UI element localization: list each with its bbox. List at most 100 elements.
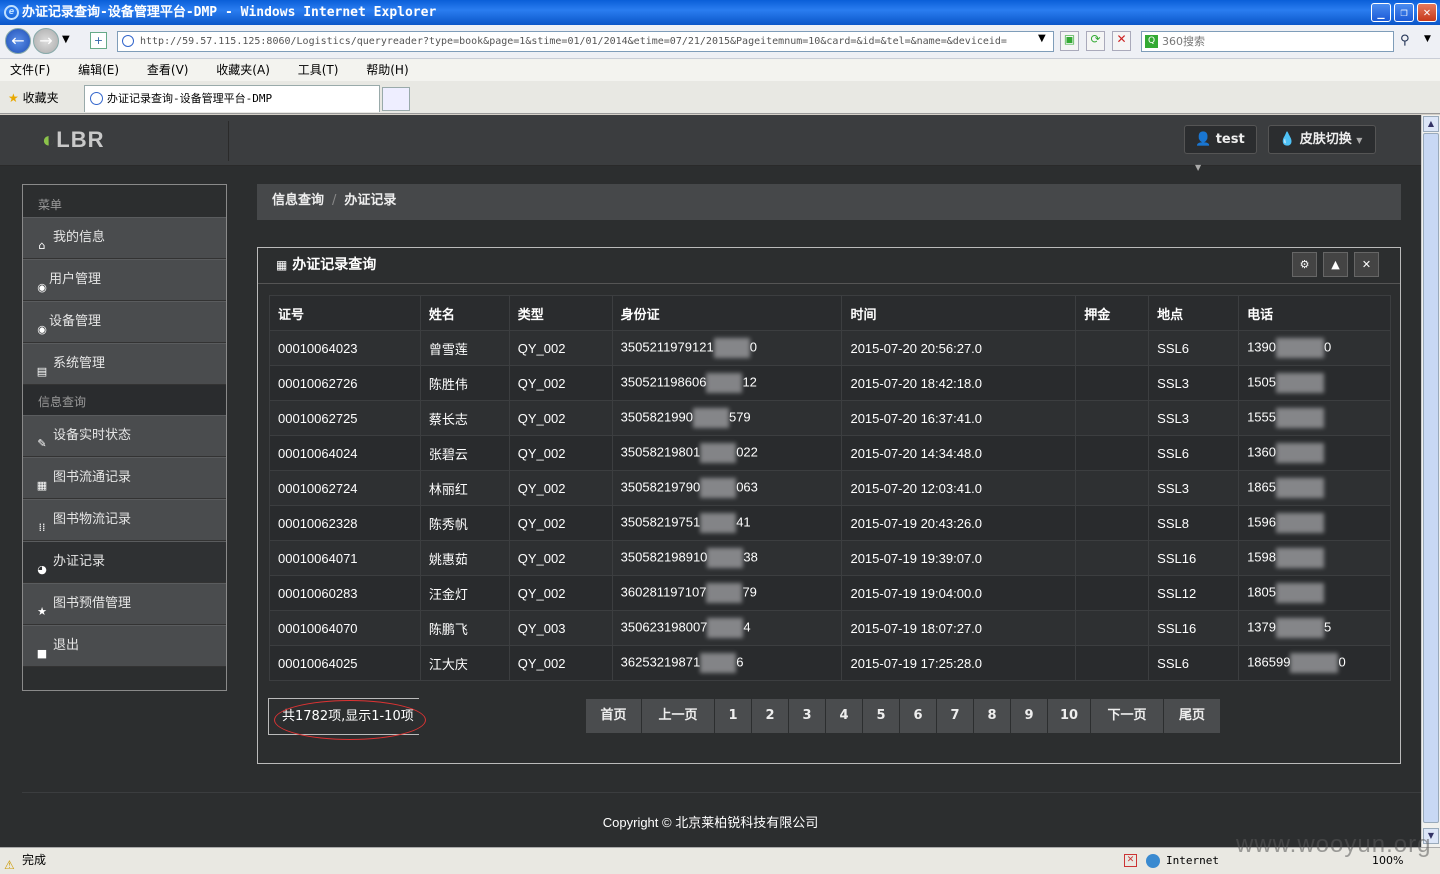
stop-icon[interactable]: ✕	[1112, 31, 1131, 51]
menu-help[interactable]: 帮助(H)	[366, 63, 408, 77]
url-dropdown-icon[interactable]: ▼	[1038, 33, 1046, 44]
breadcrumb-parent[interactable]: 信息查询	[272, 193, 324, 208]
location-cell: SSL6	[1148, 645, 1240, 681]
page-number-button[interactable]: 3	[789, 699, 826, 733]
close-window-button[interactable]: ✕	[1417, 3, 1437, 22]
page-number-button[interactable]: 2	[752, 699, 789, 733]
sidebar-item-circulation[interactable]: ▦ 图书流通记录	[23, 457, 226, 499]
back-button[interactable]: ←	[5, 28, 31, 54]
visible-suffix: 4	[743, 619, 751, 635]
name-cell: 林丽红	[419, 470, 510, 506]
browser-tab-active[interactable]: 办证记录查询-设备管理平台-DMP	[84, 85, 380, 112]
page-number-button[interactable]: 5	[863, 699, 900, 733]
card-no-cell: 00010064071	[269, 540, 421, 576]
table-row[interactable]: 00010060283 汪金灯 QY_002 360281197107 79 2015-0…	[269, 575, 1391, 611]
new-tab-button[interactable]	[382, 87, 410, 111]
sidebar-item-my-info[interactable]: ⌂ 我的信息	[23, 217, 226, 259]
menu-view[interactable]: 查看(V)	[147, 63, 189, 77]
table-row[interactable]: 00010064023 曾雪莲 QY_002 3505211979121 0 2015-0…	[269, 330, 1391, 366]
search-icon[interactable]: ⚲	[1400, 33, 1410, 48]
type-cell: QY_002	[508, 505, 613, 541]
sidebar-item-card-records[interactable]: ◕ 办证记录	[23, 541, 226, 583]
page-next-button[interactable]: 下一页	[1091, 699, 1164, 733]
page-number-button[interactable]: 1	[715, 699, 752, 733]
table-row[interactable]: 00010062724 林丽红 QY_002 35058219790 063 2015-0…	[269, 470, 1391, 506]
col-header-deposit[interactable]: 押金	[1075, 295, 1150, 331]
visible-suffix: 38	[743, 549, 758, 565]
page-prev-button[interactable]: 上一页	[642, 699, 715, 733]
menu-edit[interactable]: 编辑(E)	[78, 63, 119, 77]
col-header-location[interactable]: 地点	[1148, 295, 1240, 331]
col-header-id-card[interactable]: 身份证	[611, 295, 843, 331]
page-last-button[interactable]: 尾页	[1164, 699, 1221, 733]
refresh-icon[interactable]: ⟳	[1086, 31, 1105, 51]
sidebar-item-device-status[interactable]: ✎ 设备实时状态	[23, 415, 226, 457]
search-dropdown-icon[interactable]: ▼	[1424, 34, 1431, 44]
page-number-button[interactable]: 6	[900, 699, 937, 733]
page-number-button[interactable]: 10	[1048, 699, 1091, 733]
sidebar: 菜单 ⌂ 我的信息 ◉ 用户管理 ◉ 设备管理 ▤ 系统管理 信息查询 ✎ 设备实时状态 …	[22, 184, 227, 691]
table-row[interactable]: 00010064024 张碧云 QY_002 35058219801 022 2015-0…	[269, 435, 1391, 471]
maximize-button[interactable]: ❐	[1394, 3, 1414, 22]
name-cell: 陈胜伟	[419, 365, 510, 401]
sidebar-item-system-mgmt[interactable]: ▤ 系统管理	[23, 343, 226, 385]
col-header-time[interactable]: 时间	[841, 295, 1077, 331]
sidebar-item-logout[interactable]: ■ 退出	[23, 625, 226, 667]
name-cell: 曾雪莲	[419, 330, 510, 366]
menu-file[interactable]: 文件(F)	[10, 63, 50, 77]
ie-tab-icon	[90, 92, 103, 105]
search-input[interactable]: Q 360搜索	[1141, 31, 1394, 52]
type-cell: QY_002	[508, 330, 613, 366]
sidebar-section-menu: 菜单	[23, 185, 226, 217]
scrollbar-thumb[interactable]	[1423, 133, 1439, 823]
redaction-mask	[707, 618, 744, 638]
col-header-type[interactable]: 类型	[508, 295, 613, 331]
forward-button[interactable]: →	[33, 28, 59, 54]
table-row[interactable]: 00010064070 陈鹏飞 QY_003 350623198007 4 2015-07…	[269, 610, 1391, 646]
table-row[interactable]: 00010062726 陈胜伟 QY_002 350521198606 12 2015-0…	[269, 365, 1391, 401]
blocked-icon[interactable]: ✕	[1124, 854, 1137, 867]
sidebar-item-reservation[interactable]: ★ 图书预借管理	[23, 583, 226, 625]
history-dropdown-icon[interactable]: ▼	[62, 34, 70, 45]
menu-tools[interactable]: 工具(T)	[298, 63, 339, 77]
visible-prefix: 1379	[1247, 619, 1276, 635]
page-number-button[interactable]: 9	[1011, 699, 1048, 733]
table-row[interactable]: 00010062725 蔡长志 QY_002 3505821990 579 2015-07…	[269, 400, 1391, 436]
vertical-scrollbar[interactable]: ▲ ▼	[1421, 115, 1440, 847]
col-header-phone[interactable]: 电话	[1238, 295, 1391, 331]
favorites-button[interactable]: ★ 收藏夹	[8, 89, 59, 106]
visible-prefix: 1360	[1247, 444, 1276, 460]
app-logo[interactable]: ◐LBR	[42, 127, 105, 153]
type-cell: QY_002	[508, 540, 613, 576]
lock-icon: ■	[36, 647, 48, 660]
col-header-card-no[interactable]: 证号	[269, 295, 421, 331]
table-row[interactable]: 00010064071 姚惠茹 QY_002 350582198910 38 2015-0…	[269, 540, 1391, 576]
close-icon[interactable]: ✕	[1354, 252, 1379, 277]
scroll-up-icon[interactable]: ▲	[1423, 116, 1439, 132]
security-zone[interactable]: Internet	[1166, 848, 1219, 873]
table-body: 00010064023 曾雪莲 QY_002 3505211979121 0 2015-0…	[269, 330, 1391, 681]
sidebar-item-user-mgmt[interactable]: ◉ 用户管理	[23, 259, 226, 301]
menu-favorites[interactable]: 收藏夹(A)	[216, 63, 270, 77]
caret-down-icon: ▼	[1195, 163, 1202, 172]
type-cell: QY_002	[508, 365, 613, 401]
collapse-icon[interactable]: ▲	[1323, 252, 1348, 277]
settings-icon[interactable]: ⚙	[1292, 252, 1317, 277]
add-tab-icon[interactable]: +	[90, 32, 107, 49]
sidebar-item-device-mgmt[interactable]: ◉ 设备管理	[23, 301, 226, 343]
user-menu-button[interactable]: 👤 test ▼	[1184, 125, 1257, 172]
page-number-button[interactable]: 7	[937, 699, 974, 733]
sidebar-item-logistics[interactable]: ⁞⁞ 图书物流记录	[23, 499, 226, 541]
deposit-cell	[1075, 505, 1150, 541]
table-row[interactable]: 00010062328 陈秀帆 QY_002 35058219751 41 2015-07…	[269, 505, 1391, 541]
page-first-button[interactable]: 首页	[586, 699, 642, 733]
col-header-name[interactable]: 姓名	[419, 295, 510, 331]
minimize-button[interactable]: _	[1371, 3, 1391, 22]
skin-switch-button[interactable]: 💧 皮肤切换 ▼	[1268, 125, 1376, 154]
url-input[interactable]: http://59.57.115.125:8060/Logistics/quer…	[117, 31, 1054, 52]
compat-view-icon[interactable]: ▣	[1060, 31, 1079, 51]
table-row[interactable]: 00010064025 江大庆 QY_002 36253219871 6 2015-07-…	[269, 645, 1391, 681]
page-number-button[interactable]: 8	[974, 699, 1011, 733]
page-number-button[interactable]: 4	[826, 699, 863, 733]
redaction-mask	[707, 548, 744, 568]
